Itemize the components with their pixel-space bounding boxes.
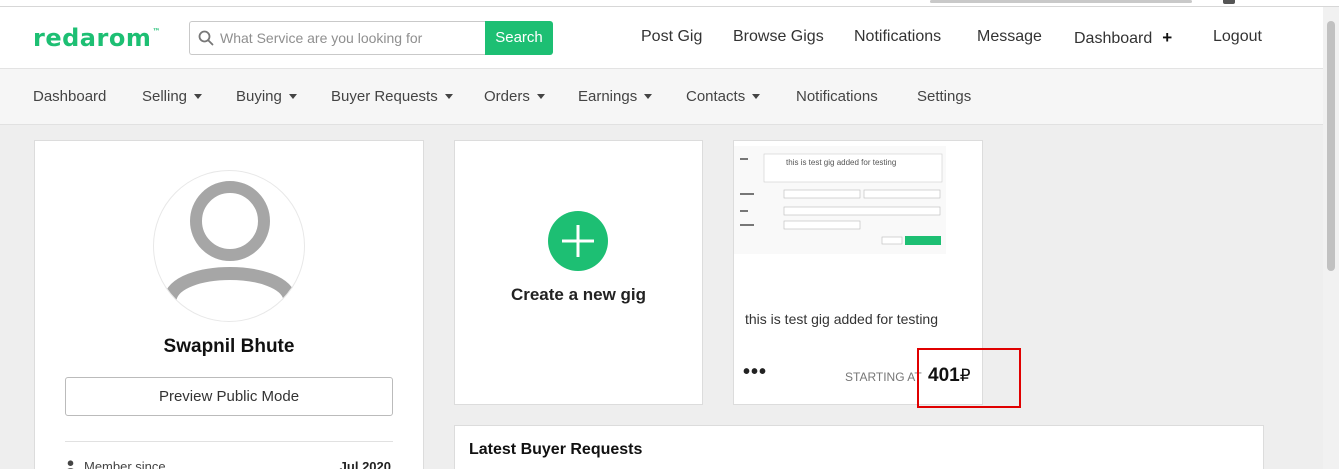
subnav-selling-label: Selling	[142, 88, 188, 105]
gig-title[interactable]: this is test gig added for testing	[745, 311, 938, 327]
starting-at-label: STARTING AT	[845, 370, 922, 384]
chevron-down-icon	[752, 93, 761, 99]
subnav-contacts[interactable]: Contacts	[686, 88, 761, 105]
subnav-buying-label: Buying	[236, 88, 282, 105]
search-button[interactable]: Search	[485, 21, 553, 55]
subnav-selling[interactable]: Selling	[142, 88, 203, 105]
subnav-orders-label: Orders	[484, 88, 530, 105]
subnav-buying[interactable]: Buying	[236, 88, 297, 105]
vertical-scroll-thumb[interactable]	[1327, 21, 1335, 271]
window-control-knob	[1223, 0, 1235, 4]
buyer-requests-title: Latest Buyer Requests	[469, 441, 643, 458]
site-header: redarom™ Search Post Gig Browse Gigs Not…	[0, 7, 1323, 69]
subnav-notifications[interactable]: Notifications	[796, 88, 878, 105]
subnav-contacts-label: Contacts	[686, 88, 746, 105]
person-icon	[66, 459, 75, 469]
subnav-settings[interactable]: Settings	[917, 88, 971, 105]
subnav-buyer-requests-label: Buyer Requests	[331, 88, 438, 105]
plus-icon: +	[1162, 28, 1173, 47]
nav-post-gig[interactable]: Post Gig	[641, 28, 702, 46]
member-since-text: Member since	[84, 459, 166, 469]
search-icon	[198, 30, 214, 46]
member-since-value: Jul 2020	[339, 459, 391, 469]
subnav-buyer-requests[interactable]: Buyer Requests	[331, 88, 453, 105]
profile-name: Swapnil Bhute	[163, 336, 295, 357]
profile-card: Swapnil Bhute Preview Public Mode Member…	[34, 140, 424, 469]
gig-thumbnail[interactable]: this is test gig added for testing	[734, 146, 946, 254]
search-box	[189, 21, 486, 55]
subnav-dashboard[interactable]: Dashboard	[33, 88, 106, 105]
search-input[interactable]	[220, 22, 480, 54]
plus-icon	[562, 225, 594, 257]
dashboard-subnav: Dashboard Selling Buying Buyer Requests …	[0, 69, 1323, 125]
nav-logout[interactable]: Logout	[1213, 28, 1262, 46]
site-logo[interactable]: redarom™	[33, 24, 161, 52]
buyer-requests-card: Latest Buyer Requests	[454, 425, 1264, 469]
member-since-label: Member since	[65, 459, 166, 469]
vertical-scrollbar[interactable]	[1323, 7, 1339, 469]
horizontal-scroll-thumb[interactable]	[930, 0, 1192, 3]
chevron-down-icon	[536, 93, 545, 99]
nav-dashboard[interactable]: Dashboard +	[1074, 28, 1172, 48]
nav-browse-gigs[interactable]: Browse Gigs	[733, 28, 824, 46]
logo-text: redarom	[33, 24, 152, 52]
create-gig-label[interactable]: Create a new gig	[455, 285, 702, 305]
subnav-earnings-label: Earnings	[578, 88, 638, 105]
nav-dashboard-label: Dashboard	[1074, 30, 1153, 47]
subnav-earnings[interactable]: Earnings	[578, 88, 653, 105]
chevron-down-icon	[288, 93, 297, 99]
nav-notifications[interactable]: Notifications	[854, 28, 941, 46]
create-gig-card[interactable]: Create a new gig	[454, 140, 703, 405]
chevron-down-icon	[194, 93, 203, 99]
avatar[interactable]	[153, 170, 305, 322]
create-gig-button[interactable]	[548, 211, 608, 271]
logo-trademark: ™	[152, 27, 161, 36]
more-options-icon[interactable]: •••	[743, 361, 767, 384]
chevron-down-icon	[444, 93, 453, 99]
window-top-strip	[0, 0, 1339, 7]
nav-message[interactable]: Message	[977, 28, 1042, 46]
profile-divider	[65, 441, 393, 442]
chevron-down-icon	[644, 93, 653, 99]
gig-thumbnail-text: this is test gig added for testing	[786, 158, 897, 167]
preview-public-mode-button[interactable]: Preview Public Mode	[65, 377, 393, 416]
price-highlight-box	[917, 348, 1021, 408]
subnav-orders[interactable]: Orders	[484, 88, 545, 105]
user-avatar-icon	[163, 181, 297, 302]
